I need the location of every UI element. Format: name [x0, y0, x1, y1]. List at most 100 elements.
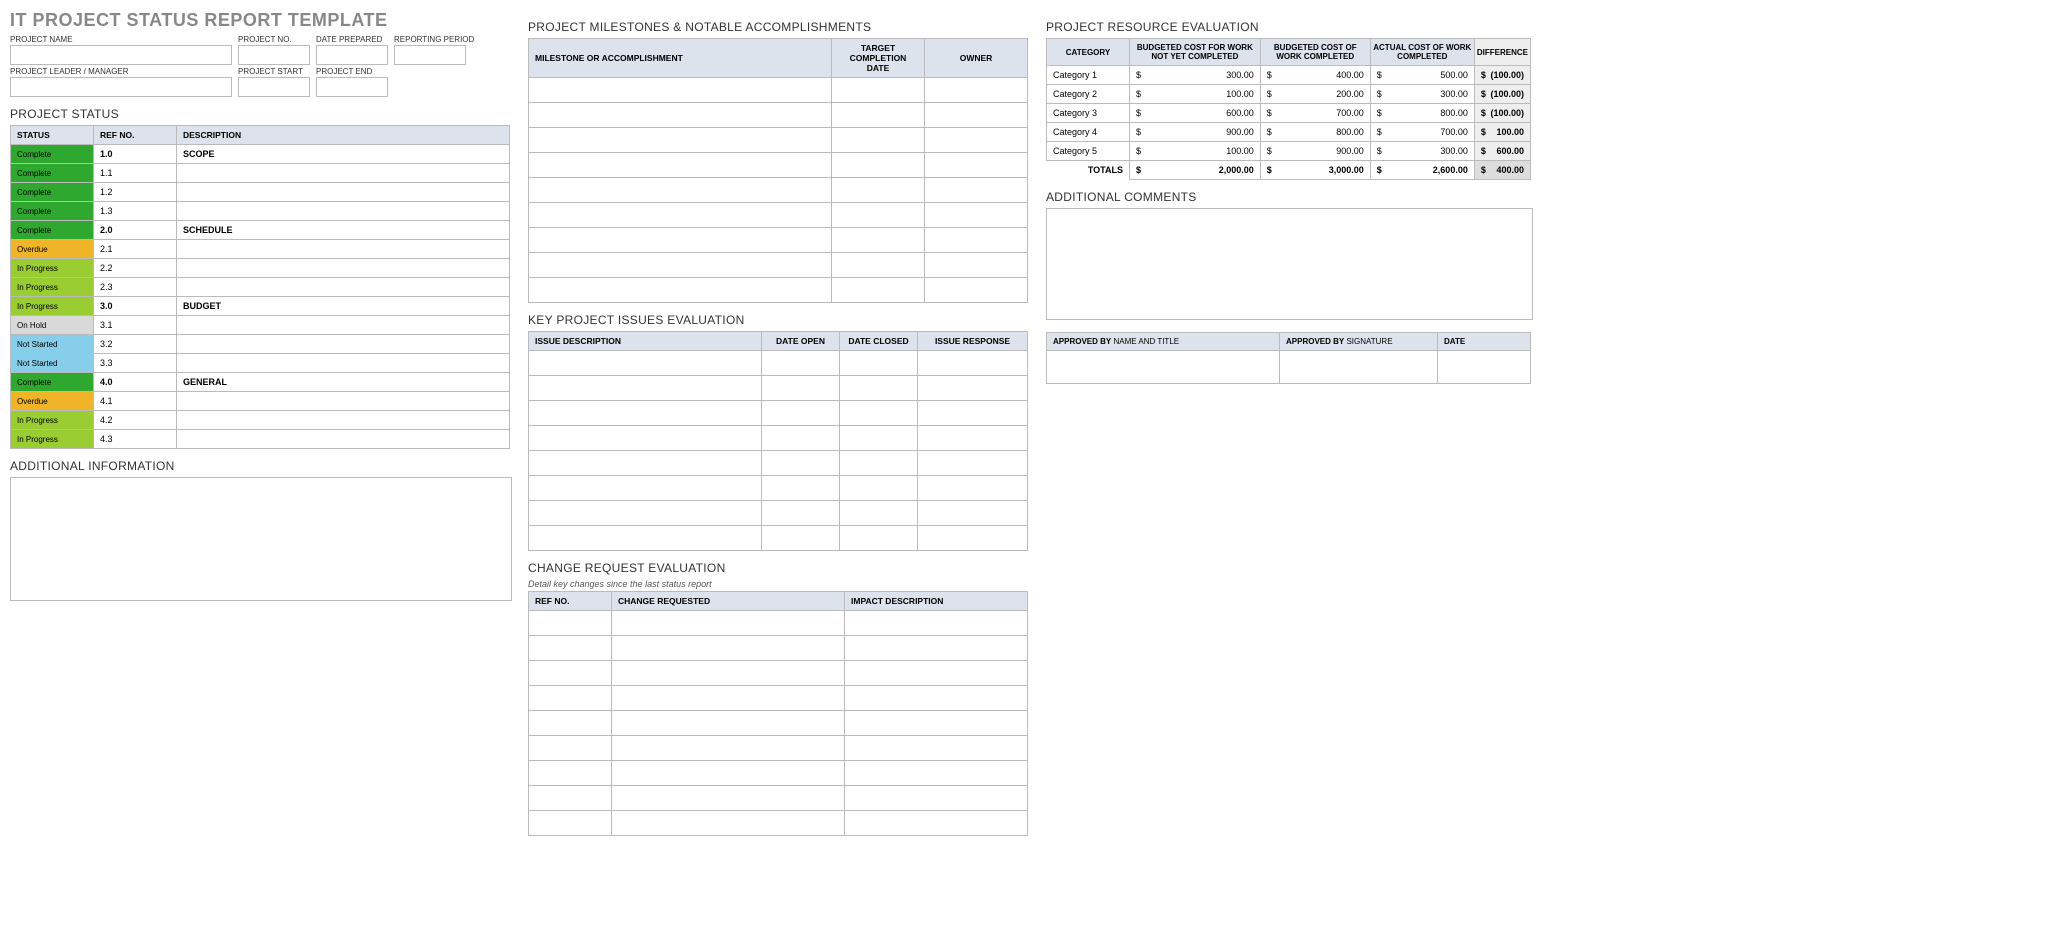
approval-date-input[interactable] — [1438, 351, 1531, 384]
status-cell[interactable]: Complete — [11, 164, 94, 183]
table-cell[interactable] — [925, 78, 1028, 103]
table-cell[interactable] — [845, 786, 1028, 811]
ref-cell[interactable]: 1.2 — [94, 183, 177, 202]
table-cell[interactable] — [832, 153, 925, 178]
table-cell[interactable] — [612, 711, 845, 736]
resource-bc[interactable]: $800.00 — [1260, 123, 1370, 142]
table-cell[interactable] — [529, 526, 762, 551]
table-cell[interactable] — [762, 351, 840, 376]
ref-cell[interactable]: 3.0 — [94, 297, 177, 316]
table-cell[interactable] — [529, 228, 832, 253]
table-cell[interactable] — [832, 228, 925, 253]
resource-bc[interactable]: $900.00 — [1260, 142, 1370, 161]
table-cell[interactable] — [918, 426, 1028, 451]
resource-category[interactable]: Category 4 — [1047, 123, 1130, 142]
project-no-input[interactable] — [238, 45, 310, 65]
table-cell[interactable] — [529, 451, 762, 476]
table-cell[interactable] — [529, 128, 832, 153]
table-cell[interactable] — [832, 128, 925, 153]
comments-box[interactable] — [1046, 208, 1533, 320]
table-cell[interactable] — [529, 811, 612, 836]
desc-cell[interactable] — [177, 392, 510, 411]
status-cell[interactable]: Complete — [11, 145, 94, 164]
resource-diff[interactable]: $(100.00) — [1474, 85, 1530, 104]
table-cell[interactable] — [845, 736, 1028, 761]
date-prepared-input[interactable] — [316, 45, 388, 65]
ref-cell[interactable]: 2.0 — [94, 221, 177, 240]
approval-signature-input[interactable] — [1280, 351, 1438, 384]
status-cell[interactable]: In Progress — [11, 430, 94, 449]
table-cell[interactable] — [925, 153, 1028, 178]
table-cell[interactable] — [840, 476, 918, 501]
table-cell[interactable] — [845, 811, 1028, 836]
resource-bc[interactable]: $200.00 — [1260, 85, 1370, 104]
table-cell[interactable] — [925, 128, 1028, 153]
desc-cell[interactable]: SCOPE — [177, 145, 510, 164]
table-cell[interactable] — [840, 426, 918, 451]
table-cell[interactable] — [840, 526, 918, 551]
table-cell[interactable] — [762, 501, 840, 526]
table-cell[interactable] — [529, 253, 832, 278]
project-end-input[interactable] — [316, 77, 388, 97]
table-cell[interactable] — [529, 736, 612, 761]
ref-cell[interactable]: 1.3 — [94, 202, 177, 221]
table-cell[interactable] — [832, 203, 925, 228]
table-cell[interactable] — [918, 476, 1028, 501]
desc-cell[interactable]: SCHEDULE — [177, 221, 510, 240]
resource-ac[interactable]: $300.00 — [1370, 142, 1474, 161]
desc-cell[interactable] — [177, 259, 510, 278]
table-cell[interactable] — [918, 376, 1028, 401]
status-cell[interactable]: Overdue — [11, 392, 94, 411]
status-cell[interactable]: In Progress — [11, 278, 94, 297]
desc-cell[interactable] — [177, 240, 510, 259]
desc-cell[interactable] — [177, 411, 510, 430]
table-cell[interactable] — [529, 501, 762, 526]
ref-cell[interactable]: 2.3 — [94, 278, 177, 297]
table-cell[interactable] — [529, 401, 762, 426]
table-cell[interactable] — [840, 501, 918, 526]
table-cell[interactable] — [845, 761, 1028, 786]
resource-category[interactable]: Category 2 — [1047, 85, 1130, 104]
status-cell[interactable]: Complete — [11, 373, 94, 392]
status-cell[interactable]: Overdue — [11, 240, 94, 259]
table-cell[interactable] — [529, 178, 832, 203]
table-cell[interactable] — [612, 661, 845, 686]
ref-cell[interactable]: 2.2 — [94, 259, 177, 278]
resource-diff[interactable]: $100.00 — [1474, 123, 1530, 142]
table-cell[interactable] — [925, 228, 1028, 253]
table-cell[interactable] — [612, 761, 845, 786]
additional-info-box[interactable] — [10, 477, 512, 601]
table-cell[interactable] — [612, 611, 845, 636]
table-cell[interactable] — [925, 203, 1028, 228]
approval-name-input[interactable] — [1047, 351, 1280, 384]
desc-cell[interactable]: GENERAL — [177, 373, 510, 392]
ref-cell[interactable]: 3.3 — [94, 354, 177, 373]
resource-category[interactable]: Category 5 — [1047, 142, 1130, 161]
table-cell[interactable] — [529, 153, 832, 178]
status-cell[interactable]: Complete — [11, 221, 94, 240]
resource-category[interactable]: Category 1 — [1047, 66, 1130, 85]
table-cell[interactable] — [845, 711, 1028, 736]
status-cell[interactable]: Not Started — [11, 335, 94, 354]
table-cell[interactable] — [845, 636, 1028, 661]
resource-ac[interactable]: $700.00 — [1370, 123, 1474, 142]
table-cell[interactable] — [762, 476, 840, 501]
ref-cell[interactable]: 4.0 — [94, 373, 177, 392]
table-cell[interactable] — [925, 178, 1028, 203]
status-cell[interactable]: In Progress — [11, 259, 94, 278]
table-cell[interactable] — [845, 686, 1028, 711]
table-cell[interactable] — [840, 351, 918, 376]
table-cell[interactable] — [529, 78, 832, 103]
table-cell[interactable] — [832, 253, 925, 278]
resource-ac[interactable]: $800.00 — [1370, 104, 1474, 123]
table-cell[interactable] — [918, 526, 1028, 551]
resource-ac[interactable]: $300.00 — [1370, 85, 1474, 104]
table-cell[interactable] — [925, 253, 1028, 278]
table-cell[interactable] — [529, 203, 832, 228]
table-cell[interactable] — [529, 351, 762, 376]
desc-cell[interactable] — [177, 183, 510, 202]
desc-cell[interactable]: BUDGET — [177, 297, 510, 316]
table-cell[interactable] — [529, 426, 762, 451]
table-cell[interactable] — [918, 401, 1028, 426]
table-cell[interactable] — [612, 736, 845, 761]
